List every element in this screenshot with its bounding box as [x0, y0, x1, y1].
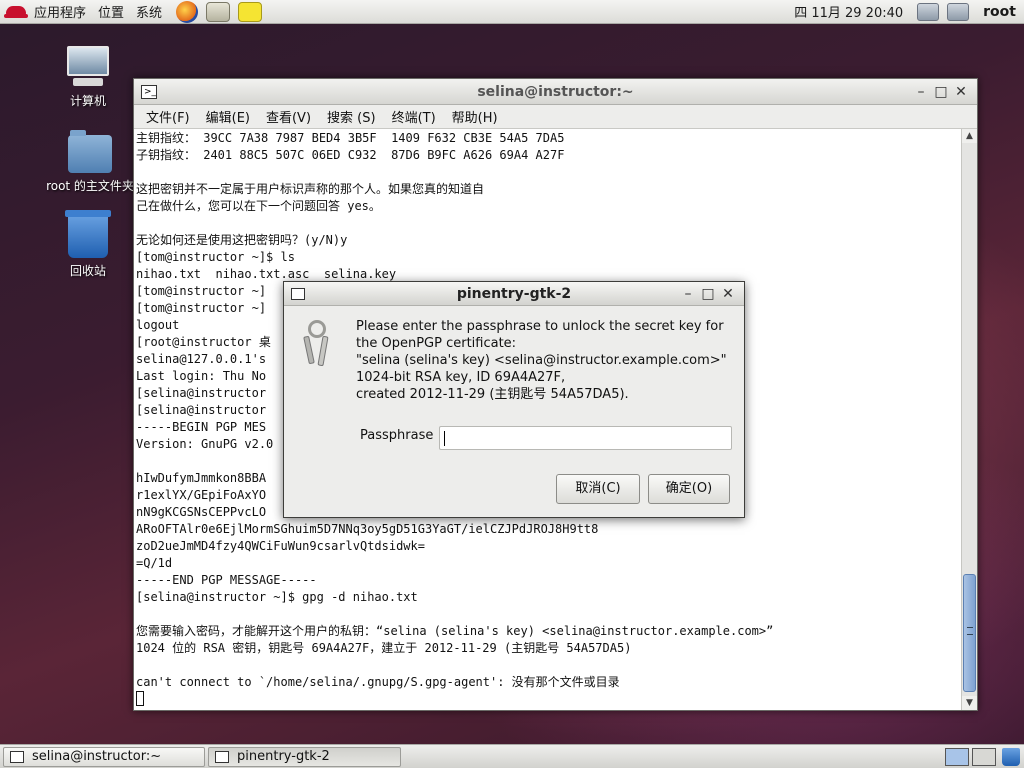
menu-terminal[interactable]: 终端(T)	[384, 107, 444, 126]
pinentry-dialog[interactable]: pinentry-gtk-2 – □ ✕ Please enter the pa…	[283, 281, 745, 518]
menu-search[interactable]: 搜索 (S)	[319, 107, 384, 126]
window-title: selina@instructor:~	[477, 83, 634, 100]
description-line: created 2012-11-29 (主钥匙号 54A57DA5).	[356, 387, 629, 402]
maximize-icon[interactable]: □	[698, 284, 718, 304]
terminal-line: [tom@instructor ~]$ ls	[136, 250, 295, 264]
home-folder-icon	[68, 130, 112, 173]
menu-view[interactable]: 查看(V)	[258, 107, 319, 126]
description-line: "selina (selina's key) <selina@instructo…	[356, 353, 727, 368]
terminal-line: 这把密钥并不一定属于用户标识声称的那个人。如果您真的知道自	[136, 182, 485, 196]
network-icon[interactable]	[917, 2, 940, 21]
window-icon	[291, 287, 305, 300]
desktop-icon-label: root 的主文件夹	[46, 179, 134, 193]
places-menu[interactable]: 位置	[92, 0, 130, 24]
scroll-thumb[interactable]	[963, 574, 976, 692]
terminal-line: [selina@instructor ~]$ gpg -d nihao.txt	[136, 590, 418, 604]
system-menu[interactable]: 系统	[130, 0, 168, 24]
terminal-line: 主钥指纹： 39CC 7A38 7987 BED4 3B5F 1409 F632…	[136, 131, 565, 145]
terminal-menubar: 文件(F) 编辑(E) 查看(V) 搜索 (S) 终端(T) 帮助(H)	[134, 105, 977, 129]
taskbar-item-label: selina@instructor:~	[32, 749, 162, 764]
display-icon[interactable]	[947, 2, 970, 21]
close-icon[interactable]: ✕	[718, 284, 738, 304]
desktop-icon-label: 计算机	[69, 94, 106, 108]
close-icon[interactable]: ✕	[951, 82, 971, 102]
taskbar-item-pinentry[interactable]: pinentry-gtk-2	[208, 746, 401, 767]
cancel-button[interactable]: 取消(C)	[556, 474, 640, 504]
terminal-line: =Q/1d	[136, 556, 173, 570]
terminal-line: -----END PGP MESSAGE-----	[136, 573, 317, 587]
scroll-up-icon[interactable]: ▲	[962, 129, 977, 143]
terminal-line: zoD2ueJmMD4fzy4QWCiFuWun9csarlvQtdsidwk=	[136, 539, 425, 553]
workspace-2[interactable]	[972, 747, 996, 766]
user-name[interactable]: root	[973, 4, 1024, 20]
trash-icon	[65, 210, 111, 258]
dialog-title: pinentry-gtk-2	[456, 285, 572, 302]
menu-file[interactable]: 文件(F)	[138, 107, 198, 126]
minimize-icon[interactable]: –	[678, 284, 698, 304]
bottom-taskbar: selina@instructor:~ pinentry-gtk-2	[0, 744, 1024, 768]
terminal-scrollbar[interactable]: ▲ ▼	[961, 129, 977, 710]
terminal-line	[134, 691, 961, 708]
terminal-cursor	[136, 691, 144, 706]
firefox-icon[interactable]	[176, 0, 199, 23]
desktop-icon-label: 回收站	[69, 264, 106, 278]
terminal-titlebar[interactable]: >_ selina@instructor:~ – □ ✕	[134, 79, 977, 105]
desktop-icon-trash[interactable]: 回收站	[40, 210, 136, 279]
terminal-icon: >_	[141, 84, 157, 99]
minimize-icon[interactable]: –	[911, 82, 931, 102]
terminal-icon	[10, 750, 24, 763]
mail-icon[interactable]	[206, 1, 231, 22]
ok-button[interactable]: 确定(O)	[648, 474, 730, 504]
maximize-icon[interactable]: □	[931, 82, 951, 102]
terminal-line: 子钥指纹： 2401 88C5 507C 06ED C932 87D6 B9FC…	[136, 148, 565, 162]
top-panel: 应用程序 位置 系统 四 11月 29 20:40 root	[0, 0, 1024, 24]
dialog-titlebar[interactable]: pinentry-gtk-2 – □ ✕	[284, 282, 744, 306]
description-line: the OpenPGP certificate:	[356, 336, 517, 351]
passphrase-input[interactable]	[439, 426, 732, 450]
terminal-line: 您需要输入密码，才能解开这个用户的私钥：“selina (selina's ke…	[136, 624, 774, 638]
computer-icon	[65, 46, 111, 88]
trash-icon[interactable]	[1002, 747, 1020, 766]
terminal-line: 1024 位的 RSA 密钥，钥匙号 69A4A27F，建立于 2012-11-…	[136, 641, 632, 655]
taskbar-item-label: pinentry-gtk-2	[237, 749, 330, 764]
menu-help[interactable]: 帮助(H)	[444, 107, 506, 126]
desktop-icon-home[interactable]: root 的主文件夹	[36, 130, 144, 194]
scroll-down-icon[interactable]: ▼	[962, 696, 977, 710]
description-line: Please enter the passphrase to unlock th…	[356, 319, 724, 334]
text-caret	[444, 431, 445, 446]
terminal-line: 己在做什么，您可以在下一个问题回答 yes。	[136, 199, 381, 213]
terminal-line: ARoOFTAlr0e6EjlMormSGhuim5D7NNq3oy5gD51G…	[136, 522, 599, 536]
description-line: 1024-bit RSA key, ID 69A4A27F,	[356, 370, 566, 385]
menu-edit[interactable]: 编辑(E)	[198, 107, 258, 126]
notes-icon[interactable]	[238, 1, 263, 22]
passphrase-description: Please enter the passphrase to unlock th…	[356, 318, 740, 403]
workspace-1[interactable]	[945, 747, 969, 766]
redhat-logo-icon[interactable]	[4, 3, 28, 21]
passphrase-label: Passphrase	[360, 428, 434, 443]
terminal-line: can't connect to `/home/selina/.gnupg/S.…	[136, 675, 620, 689]
applications-menu[interactable]: 应用程序	[28, 0, 92, 24]
terminal-line: 无论如何还是使用这把密钥吗？(y/N)y	[136, 233, 348, 247]
taskbar-item-terminal[interactable]: selina@instructor:~	[3, 746, 205, 767]
desktop-icon-computer[interactable]: 计算机	[40, 46, 136, 109]
keys-icon	[302, 320, 336, 368]
clock[interactable]: 四 11月 29 20:40	[784, 2, 913, 21]
window-icon	[215, 750, 229, 763]
